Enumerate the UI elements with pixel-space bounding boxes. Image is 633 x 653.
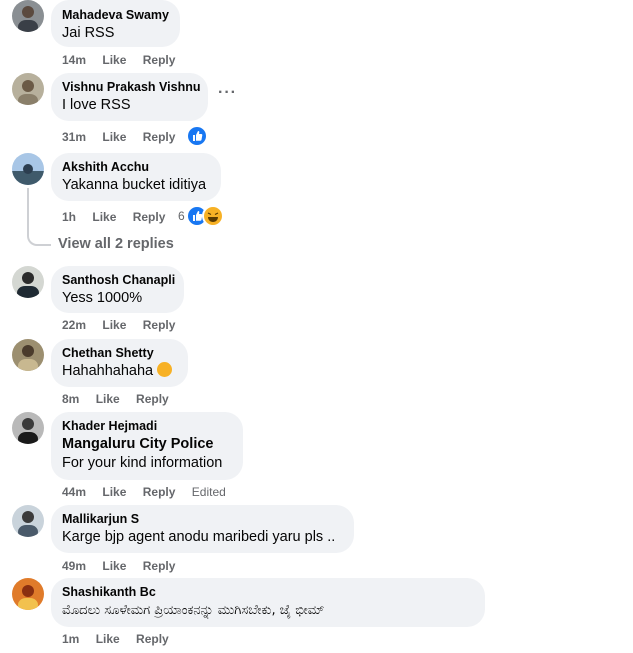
comment-author[interactable]: Vishnu Prakash Vishnu <box>62 79 200 96</box>
comment-time[interactable]: 1h <box>62 209 76 225</box>
comment-time[interactable]: 14m <box>62 52 86 68</box>
comment-time[interactable]: 44m <box>62 484 86 500</box>
avatar[interactable] <box>12 0 44 32</box>
comment-text: Yakanna bucket iditiya <box>62 177 207 193</box>
avatar[interactable] <box>12 412 44 444</box>
comment-bubble: Akshith Acchu Yakanna bucket iditiya <box>51 153 221 201</box>
avatar[interactable] <box>12 505 44 537</box>
comment-bubble: Vishnu Prakash Vishnu I love RSS <box>51 73 208 121</box>
like-button[interactable]: Like <box>102 317 126 333</box>
comment-actions: 22m Like Reply <box>62 317 188 333</box>
comment-bubble: Mahadeva Swamy Jai RSS <box>51 0 180 47</box>
reply-button[interactable]: Reply <box>143 484 176 500</box>
comment-bubble: Khader Hejmadi Mangaluru City Police For… <box>51 412 243 480</box>
reply-button[interactable]: Reply <box>143 52 176 68</box>
reply-button[interactable]: Reply <box>143 317 176 333</box>
comment-actions: 44m Like Reply Edited <box>62 484 239 500</box>
like-button[interactable]: Like <box>102 52 126 68</box>
comment-author[interactable]: Khader Hejmadi <box>62 418 231 435</box>
tagged-user[interactable]: Mangaluru City Police <box>62 435 231 454</box>
comment-author[interactable]: Shashikanth Bc <box>62 584 473 601</box>
like-button[interactable]: Like <box>102 484 126 500</box>
comment-text: I love RSS <box>62 97 131 113</box>
comment-actions: 1h Like Reply <box>62 209 178 225</box>
comment-text: Hahahhahaha <box>62 363 154 379</box>
reply-button[interactable]: Reply <box>143 558 176 574</box>
more-options-icon[interactable]: ··· <box>218 84 237 102</box>
comment-bubble: Chethan Shetty Hahahhahaha <box>51 339 188 387</box>
comment-actions: 49m Like Reply <box>62 558 188 574</box>
like-button[interactable]: Like <box>96 631 120 647</box>
haha-reaction-icon[interactable] <box>202 205 224 227</box>
comment-text: For your kind information <box>62 455 223 471</box>
comment-actions: 14m Like Reply <box>62 52 188 68</box>
avatar[interactable] <box>12 578 44 610</box>
comment-time[interactable]: 22m <box>62 317 86 333</box>
comment-author[interactable]: Mahadeva Swamy <box>62 7 169 24</box>
comment-text: Karge bjp agent anodu maribedi yaru pls … <box>62 529 336 545</box>
comment-author[interactable]: Santhosh Chanapli <box>62 272 175 289</box>
comment-bubble: Shashikanth Bc ಮೊದಲು ಸೂಳೇಮಗ ಪ್ರಿಯಾಂಕನನ್ನ… <box>51 578 485 627</box>
avatar[interactable] <box>12 339 44 371</box>
reply-button[interactable]: Reply <box>136 631 169 647</box>
comment-actions: 31m Like Reply <box>62 129 188 145</box>
reply-button[interactable]: Reply <box>136 391 169 407</box>
comment-author[interactable]: Mallikarjun S <box>62 511 342 528</box>
avatar[interactable] <box>12 153 44 185</box>
comment-actions: 1m Like Reply <box>62 631 182 647</box>
like-button[interactable]: Like <box>96 391 120 407</box>
avatar[interactable] <box>12 266 44 298</box>
reply-button[interactable]: Reply <box>133 209 166 225</box>
like-reaction-icon[interactable] <box>186 125 208 147</box>
comment-time[interactable]: 1m <box>62 631 79 647</box>
thread-connector <box>27 230 51 246</box>
view-replies-link[interactable]: View all 2 replies <box>58 236 174 252</box>
like-button[interactable]: Like <box>102 558 126 574</box>
like-button[interactable]: Like <box>102 129 126 145</box>
reply-button[interactable]: Reply <box>143 129 176 145</box>
avatar[interactable] <box>12 73 44 105</box>
comment-text: Jai RSS <box>62 25 115 41</box>
comment-text: ಮೊದಲು ಸೂಳೇಮಗ ಪ್ರಿಯಾಂಕನನ್ನು ಮುಗಿಸಬೇಕು, ಜೈ… <box>62 603 325 618</box>
comment-bubble: Santhosh Chanapli Yess 1000% <box>51 266 184 313</box>
comment-author[interactable]: Akshith Acchu <box>62 159 209 176</box>
comment-author[interactable]: Chethan Shetty <box>62 345 176 362</box>
comment-time[interactable]: 31m <box>62 129 86 145</box>
laughing-emoji-icon <box>157 362 173 377</box>
thread-line <box>27 188 29 232</box>
comment-text-wrap: Hahahhahaha <box>62 362 176 381</box>
comment-bubble: Mallikarjun S Karge bjp agent anodu mari… <box>51 505 354 553</box>
like-button[interactable]: Like <box>92 209 116 225</box>
comment-time[interactable]: 8m <box>62 391 79 407</box>
reaction-count[interactable]: 6 <box>178 209 185 223</box>
comment-time[interactable]: 49m <box>62 558 86 574</box>
edited-label: Edited <box>191 485 226 499</box>
comment-text: Yess 1000% <box>62 290 143 306</box>
comment-actions: 8m Like Reply <box>62 391 182 407</box>
